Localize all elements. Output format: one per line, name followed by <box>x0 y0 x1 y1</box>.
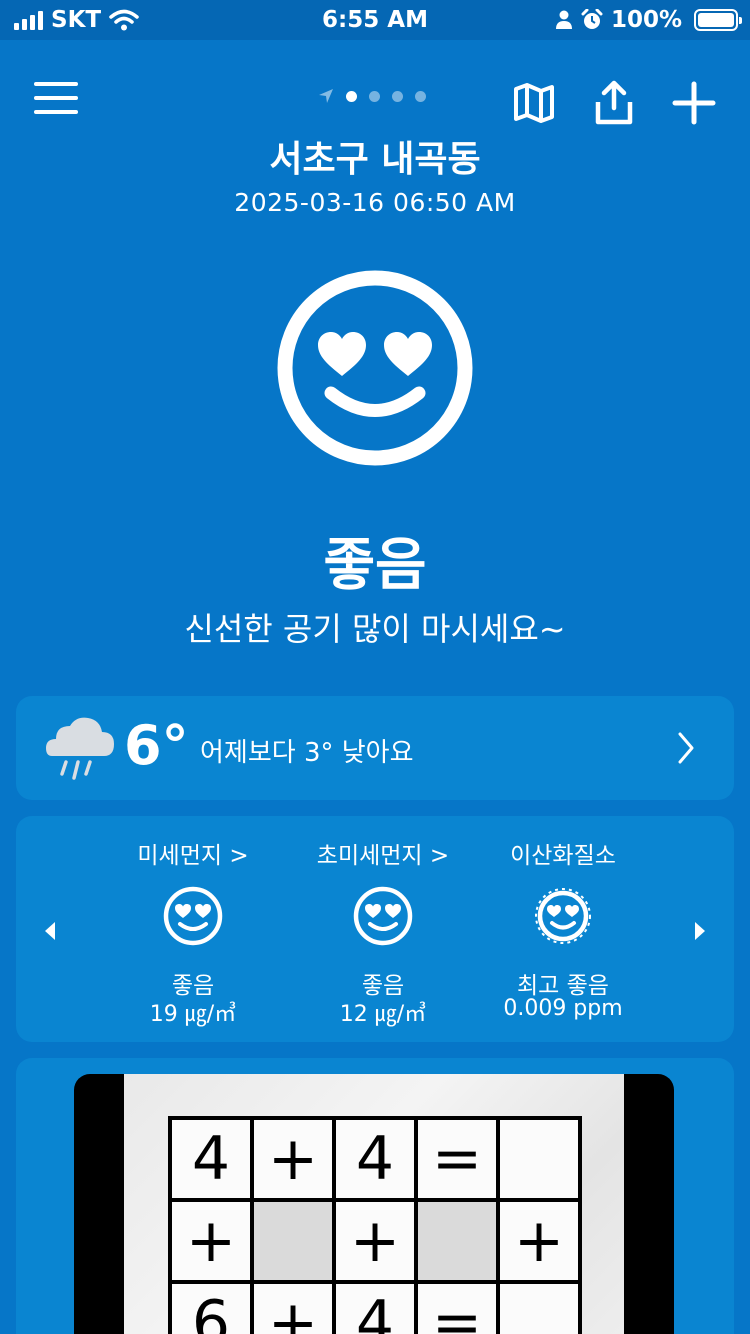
rain-cloud-icon <box>46 717 114 780</box>
puzzle-cell <box>496 1280 582 1334</box>
prev-arrow-icon[interactable] <box>42 920 58 942</box>
location-title: 서초구 내곡동 <box>269 139 481 180</box>
heart-eyes-face-icon <box>353 886 413 946</box>
puzzle-cell: = <box>414 1280 500 1334</box>
person-icon <box>555 10 572 29</box>
carrier-name: SKT <box>51 7 102 33</box>
status-right: 100% <box>555 7 742 33</box>
no2-item[interactable]: 이산화질소 최고 좋음 0.009 ppm <box>463 816 663 1042</box>
puzzle-cell: + <box>168 1198 254 1284</box>
puzzle-cell: = <box>414 1116 500 1202</box>
puzzle-ad-card[interactable]: 4 + 4 = + + + 6 + 4 = <box>16 1058 734 1334</box>
puzzle-cell <box>496 1116 582 1202</box>
chevron-right-icon[interactable] <box>672 730 700 766</box>
puzzle-cell-shaded <box>414 1198 500 1284</box>
status-left: SKT <box>14 7 139 33</box>
sparkling-heart-eyes-face-icon <box>535 888 591 944</box>
weather-description: 어제보다 3° 낮아요 <box>200 738 414 768</box>
battery-percent: 100% <box>610 7 682 33</box>
add-location-button[interactable] <box>672 80 716 126</box>
signal-icon <box>14 10 43 30</box>
puzzle-cell: 4 <box>168 1116 254 1202</box>
puzzle-row: 4 + 4 = <box>168 1116 582 1202</box>
puzzle-cell: + <box>496 1198 582 1284</box>
no2-label: 이산화질소 <box>510 843 616 869</box>
puzzle-image[interactable]: 4 + 4 = + + + 6 + 4 = <box>74 1074 674 1334</box>
wifi-icon <box>109 9 139 31</box>
temperature: 6° <box>124 714 189 777</box>
pm10-item[interactable]: 미세먼지 > 좋음 19 ㎍/㎥ <box>93 816 293 1042</box>
pm25-item[interactable]: 초미세먼지 > 좋음 12 ㎍/㎥ <box>283 816 483 1042</box>
puzzle-paper: 4 + 4 = + + + 6 + 4 = <box>124 1074 624 1334</box>
pm25-label[interactable]: 초미세먼지 > <box>283 836 483 870</box>
puzzle-grid: 4 + 4 = + + + 6 + 4 = <box>168 1116 582 1334</box>
alarm-icon <box>581 9 603 29</box>
status-bar: SKT 6:55 AM 100% <box>0 0 750 40</box>
map-icon[interactable] <box>512 80 556 126</box>
air-status-message: 신선한 공기 많이 마시세요~ <box>184 610 566 648</box>
heart-eyes-face-icon <box>277 270 473 466</box>
pm10-grade: 좋음 <box>171 973 215 999</box>
menu-icon[interactable] <box>34 82 78 118</box>
weather-card[interactable]: 6° 어제보다 3° 낮아요 <box>16 696 734 800</box>
puzzle-cell: 4 <box>332 1280 418 1334</box>
puzzle-cell: + <box>250 1280 336 1334</box>
page-dot[interactable] <box>415 90 426 102</box>
puzzle-row: + + + <box>168 1198 582 1284</box>
puzzle-cell: 6 <box>168 1280 254 1334</box>
next-arrow-icon[interactable] <box>692 920 708 942</box>
no2-grade: 최고 좋음 <box>517 973 609 999</box>
update-timestamp: 2025-03-16 06:50 AM <box>234 188 516 217</box>
page-indicator <box>318 88 426 104</box>
pm10-value: 19 ㎍/㎥ <box>149 1002 237 1027</box>
puzzle-cell: 4 <box>332 1116 418 1202</box>
puzzle-cell: + <box>332 1198 418 1284</box>
page-dot[interactable] <box>346 90 357 102</box>
page-dot[interactable] <box>369 90 380 102</box>
pm25-value: 12 ㎍/㎥ <box>339 1002 427 1027</box>
air-quality-card: 미세먼지 > 좋음 19 ㎍/㎥ 초미세먼지 > 좋음 12 ㎍/㎥ 이산화질소 <box>16 816 734 1042</box>
heart-eyes-face-icon <box>163 886 223 946</box>
puzzle-cell: + <box>250 1116 336 1202</box>
pm10-label[interactable]: 미세먼지 > <box>93 836 293 870</box>
no2-value: 0.009 ppm <box>503 996 623 1021</box>
location-arrow-icon <box>319 89 333 103</box>
battery-icon <box>694 9 742 31</box>
pm25-grade: 좋음 <box>361 973 405 999</box>
puzzle-cell-shaded <box>250 1198 336 1284</box>
share-icon[interactable] <box>592 80 636 126</box>
page-dot[interactable] <box>392 90 403 102</box>
air-status-title: 좋음 <box>323 533 427 598</box>
plus-icon <box>672 81 716 125</box>
puzzle-row: 6 + 4 = <box>168 1280 582 1334</box>
